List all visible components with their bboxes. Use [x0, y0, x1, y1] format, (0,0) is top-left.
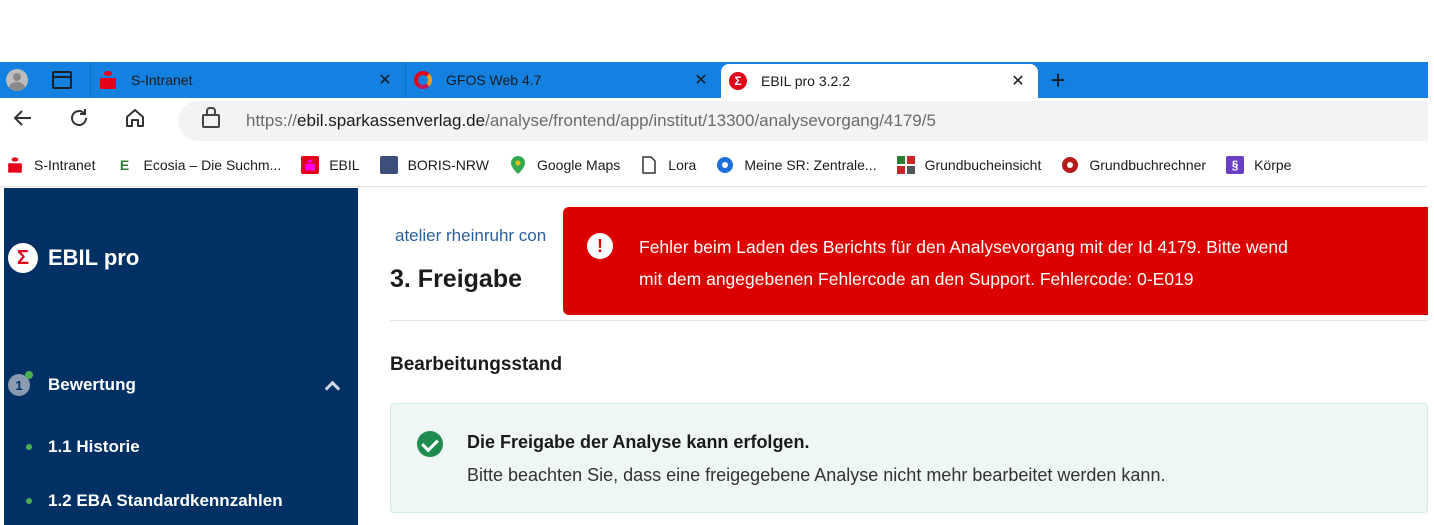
tab-ebil-pro[interactable]: Σ EBIL pro 3.2.2 ✕: [721, 64, 1038, 98]
sigma-icon: Σ: [729, 72, 747, 90]
app-brand[interactable]: Σ EBIL pro: [8, 243, 139, 273]
sparkasse-icon: [99, 71, 117, 89]
error-message: Fehler beim Laden des Berichts für den A…: [639, 231, 1424, 295]
ecosia-icon: E: [119, 157, 130, 173]
sigma-logo-icon: Σ: [8, 243, 38, 273]
nav-item-historie[interactable]: 1.1 Historie: [26, 437, 140, 457]
grundbuch-icon: [896, 156, 915, 174]
bookmark-boris[interactable]: BORIS-NRW: [379, 156, 489, 174]
target-icon: [1061, 156, 1079, 174]
gfos-icon: [414, 71, 432, 89]
close-icon[interactable]: ✕: [375, 70, 395, 90]
app-sidebar: Σ EBIL pro 1 Bewertung 1.1 Historie 1.2 …: [4, 188, 358, 525]
bookmark-grundbucheinsicht[interactable]: Grundbucheinsicht: [896, 156, 1041, 174]
breadcrumb[interactable]: atelier rheinruhr con: [395, 226, 546, 246]
nav-section-label: Bewertung: [48, 375, 136, 394]
status-title: Die Freigabe der Analyse kann erfolgen.: [467, 432, 810, 452]
lock-icon: [202, 107, 220, 128]
new-tab-button[interactable]: +: [1038, 62, 1078, 98]
home-button[interactable]: [120, 106, 150, 137]
back-button[interactable]: [8, 106, 38, 137]
home-icon: [126, 108, 144, 127]
tab-s-intranet[interactable]: S-Intranet ✕: [90, 62, 405, 98]
boris-icon: [379, 156, 398, 174]
sparkasse-icon: [301, 156, 320, 174]
tab-title: EBIL pro 3.2.2: [761, 73, 850, 89]
sparkasse-icon: [6, 156, 24, 174]
divider: [390, 320, 1428, 321]
page-title: 3. Freigabe: [390, 265, 522, 293]
check-circle-icon: [417, 431, 443, 457]
error-icon: !: [587, 233, 613, 259]
profile-avatar[interactable]: [0, 62, 34, 98]
url-field[interactable]: https://ebil.sparkassenverlag.de/analyse…: [178, 101, 1428, 141]
section-title: Bearbeitungsstand: [390, 354, 563, 375]
bookmark-meine-sr[interactable]: Meine SR: Zentrale...: [716, 156, 877, 174]
avatar-icon: [6, 69, 28, 91]
nav-item-label: 1.2 EBA Standardkennzahlen: [48, 491, 283, 510]
reload-icon: [71, 108, 87, 126]
nav-section-bewertung[interactable]: 1 Bewertung: [8, 371, 338, 396]
close-icon[interactable]: ✕: [1008, 71, 1028, 91]
brand-name: EBIL pro: [48, 245, 140, 270]
tab-gfos[interactable]: GFOS Web 4.7 ✕: [405, 62, 721, 98]
address-bar-row: https://ebil.sparkassenverlag.de/analyse…: [0, 98, 1428, 144]
status-text: Bitte beachten Sie, dass eine freigegebe…: [467, 465, 1166, 485]
desktop-strip: [0, 0, 1434, 62]
error-toast[interactable]: ! Fehler beim Laden des Berichts für den…: [563, 207, 1428, 315]
paragraph-icon: §: [1226, 156, 1245, 174]
chevron-up-icon[interactable]: [324, 378, 338, 392]
bookmark-grundbuchrechner[interactable]: Grundbuchrechner: [1061, 156, 1206, 174]
tab-title: GFOS Web 4.7: [446, 72, 542, 88]
tab-title: S-Intranet: [131, 72, 193, 88]
error-line-2: mit dem angegebenen Fehlercode an den Su…: [639, 269, 1194, 289]
url-text: https://ebil.sparkassenverlag.de/analyse…: [246, 111, 936, 130]
bookmarks-bar: S-Intranet E Ecosia – Die Suchm... EBIL B…: [0, 144, 1428, 187]
bookmark-lora[interactable]: Lora: [640, 156, 696, 174]
bookmark-google-maps[interactable]: Google Maps: [509, 156, 620, 174]
browser-tab-bar: S-Intranet ✕ GFOS Web 4.7 ✕ Σ EBIL pro 3…: [0, 62, 1428, 98]
nav-item-eba-standardkennzahlen[interactable]: 1.2 EBA Standardkennzahlen: [26, 491, 283, 511]
bookmark-koerpe[interactable]: § Körpe: [1226, 156, 1291, 174]
map-pin-icon: [509, 156, 527, 174]
arrow-left-icon: [13, 109, 31, 126]
step-badge: 1: [8, 371, 33, 396]
tab-actions-button[interactable]: [34, 62, 90, 98]
error-line-1: Fehler beim Laden des Berichts für den A…: [639, 237, 1288, 257]
document-icon: [640, 156, 658, 174]
nav-item-label: 1.1 Historie: [48, 437, 140, 456]
bookmark-s-intranet[interactable]: S-Intranet: [6, 156, 95, 174]
bookmark-ecosia[interactable]: E Ecosia – Die Suchm...: [115, 156, 281, 174]
bookmark-ebil[interactable]: EBIL: [301, 156, 360, 174]
tab-actions-icon: [52, 71, 72, 89]
status-dot: [26, 444, 32, 450]
reload-button[interactable]: [64, 106, 94, 137]
sr-icon: [716, 156, 734, 174]
success-status-box: Die Freigabe der Analyse kann erfolgen. …: [390, 403, 1428, 513]
close-icon[interactable]: ✕: [691, 70, 711, 90]
status-dot: [26, 498, 32, 504]
